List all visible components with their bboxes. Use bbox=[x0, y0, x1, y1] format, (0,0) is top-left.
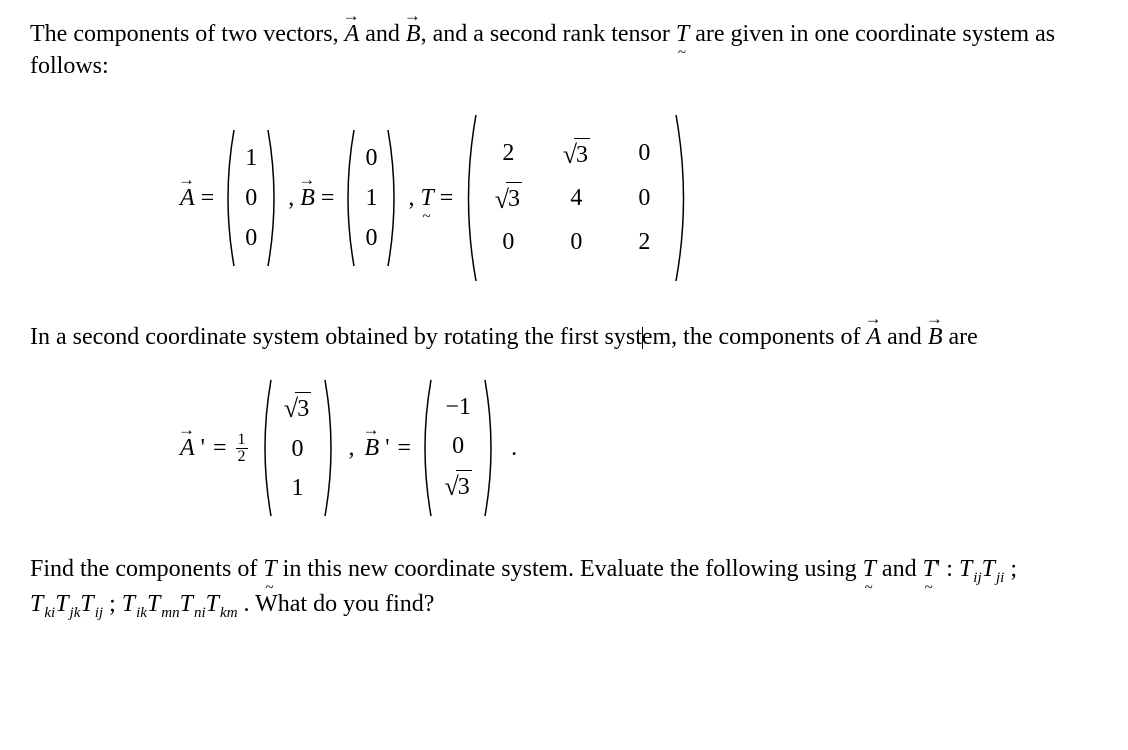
comma: , bbox=[288, 182, 294, 214]
text: em, the components of bbox=[642, 324, 867, 350]
comma: , bbox=[349, 432, 355, 464]
vector-A-symbol: A bbox=[180, 182, 195, 214]
matrix-body: 2 √3 0 √3 4 0 0 0 2 bbox=[479, 113, 673, 283]
equals: = bbox=[213, 432, 227, 464]
vector-B-symbol: B bbox=[300, 182, 315, 214]
matrix-A-prime: √3 0 1 bbox=[257, 378, 339, 518]
separator: ; bbox=[1004, 556, 1017, 582]
right-paren bbox=[483, 378, 499, 518]
fraction-half: 1 2 bbox=[236, 432, 248, 465]
vector-B-symbol: B bbox=[365, 432, 380, 464]
period: . bbox=[511, 432, 517, 464]
equation-block-2: A' = 1 2 √3 0 1 , B' = −1 0 √3 . bbox=[180, 378, 1088, 518]
vector-B-symbol: B bbox=[928, 321, 943, 353]
matrix-body: √3 0 1 bbox=[273, 378, 323, 518]
tensor-T-symbol: T bbox=[420, 182, 433, 214]
paragraph-1: The components of two vectors, A and B, … bbox=[30, 18, 1088, 83]
matrix-B-prime: −1 0 √3 bbox=[417, 378, 499, 518]
cell: 0 bbox=[625, 137, 663, 172]
equals: = bbox=[201, 182, 215, 214]
invariant-2: TkiTjkTij bbox=[30, 591, 103, 617]
cell: 0 bbox=[625, 182, 663, 217]
text: The components of two vectors, bbox=[30, 21, 345, 47]
separator: ; bbox=[103, 591, 122, 617]
cell: 2 bbox=[489, 137, 527, 172]
equation-block-1: A = 1 0 0 , B = 0 1 0 , T = 2 √3 0 bbox=[180, 113, 1088, 283]
equals: = bbox=[398, 432, 412, 464]
left-paren bbox=[257, 378, 273, 518]
tensor-T-symbol: T bbox=[923, 553, 936, 585]
cell: 0 bbox=[242, 222, 260, 254]
equals: = bbox=[440, 182, 454, 214]
cell: 0 bbox=[439, 430, 477, 462]
invariant-3: TikTmnTniTkm bbox=[122, 591, 238, 617]
text: In a second coordinate system obtained b… bbox=[30, 324, 642, 350]
cell: √3 bbox=[279, 391, 317, 426]
invariant-1: TijTji bbox=[959, 556, 1004, 582]
left-paren bbox=[220, 128, 236, 268]
matrix-body: 0 1 0 bbox=[356, 128, 386, 268]
paragraph-2: In a second coordinate system obtained b… bbox=[30, 321, 1088, 353]
text: , and a second rank tensor bbox=[421, 21, 676, 47]
cell: √3 bbox=[557, 137, 595, 172]
paragraph-3: Find the components of T in this new coo… bbox=[30, 553, 1088, 623]
cell: 0 bbox=[362, 142, 380, 174]
cell: 0 bbox=[362, 222, 380, 254]
right-paren bbox=[673, 113, 693, 283]
vector-A-symbol: A bbox=[180, 432, 195, 464]
colon: : bbox=[940, 556, 959, 582]
cell: 0 bbox=[242, 182, 260, 214]
right-paren bbox=[323, 378, 339, 518]
cell: 1 bbox=[242, 142, 260, 174]
prime: ' bbox=[201, 432, 205, 464]
left-paren bbox=[459, 113, 479, 283]
denominator: 2 bbox=[238, 449, 246, 465]
left-paren bbox=[340, 128, 356, 268]
cell: 0 bbox=[489, 226, 527, 258]
tensor-T-symbol: T bbox=[863, 553, 876, 585]
cell: √3 bbox=[489, 182, 527, 217]
equals: = bbox=[321, 182, 335, 214]
matrix-T: 2 √3 0 √3 4 0 0 0 2 bbox=[459, 113, 693, 283]
text: are bbox=[942, 324, 977, 350]
cell: √3 bbox=[439, 469, 477, 504]
text: and bbox=[359, 21, 406, 47]
cell: 0 bbox=[279, 433, 317, 465]
text: and bbox=[881, 324, 928, 350]
cell: 0 bbox=[557, 226, 595, 258]
vector-A-symbol: A bbox=[866, 321, 881, 353]
cell: 1 bbox=[279, 472, 317, 504]
numerator: 1 bbox=[236, 432, 248, 449]
text: Find the components of bbox=[30, 556, 263, 582]
cell: −1 bbox=[439, 391, 477, 423]
vector-B-symbol: B bbox=[406, 18, 421, 50]
prime: ' bbox=[385, 432, 389, 464]
matrix-body: 1 0 0 bbox=[236, 128, 266, 268]
right-paren bbox=[266, 128, 282, 268]
text: and bbox=[876, 556, 923, 582]
tensor-T-symbol: T bbox=[263, 553, 276, 585]
tensor-T-symbol: T bbox=[676, 18, 689, 50]
text: in this new coordinate system. Evaluate … bbox=[277, 556, 863, 582]
matrix-A: 1 0 0 bbox=[220, 128, 282, 268]
cell: 1 bbox=[362, 182, 380, 214]
vector-A-symbol: A bbox=[345, 18, 360, 50]
cell: 4 bbox=[557, 182, 595, 217]
cell: 2 bbox=[625, 226, 663, 258]
comma: , bbox=[408, 182, 414, 214]
matrix-body: −1 0 √3 bbox=[433, 378, 483, 518]
right-paren bbox=[386, 128, 402, 268]
left-paren bbox=[417, 378, 433, 518]
matrix-B: 0 1 0 bbox=[340, 128, 402, 268]
